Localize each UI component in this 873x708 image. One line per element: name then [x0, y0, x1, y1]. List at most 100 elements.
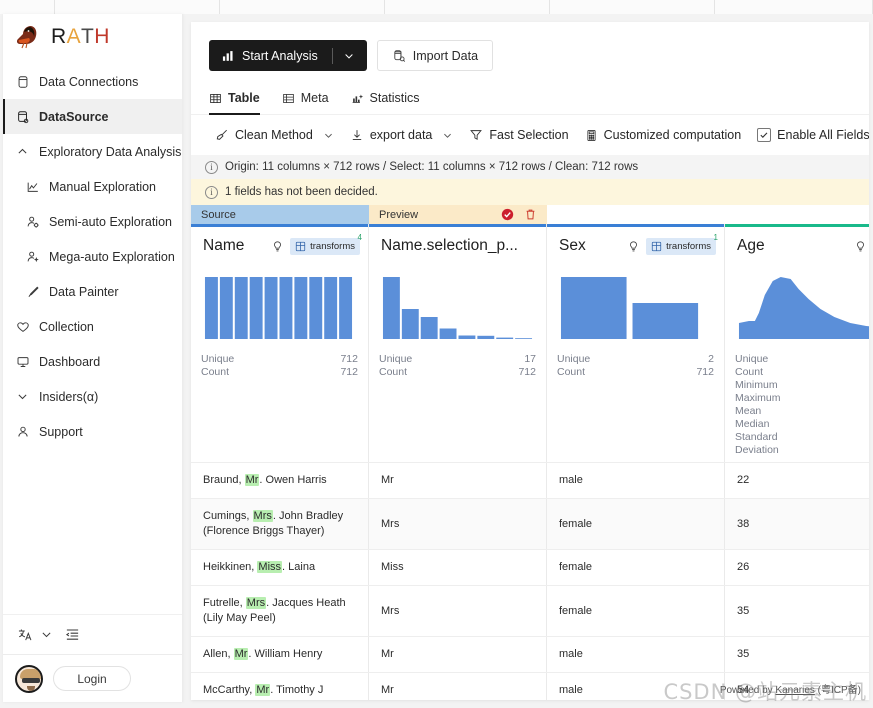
browser-tab[interactable] — [0, 0, 55, 14]
lightbulb-icon[interactable] — [627, 240, 640, 253]
column-header[interactable]: Age — [725, 227, 869, 265]
stat-value: 2 — [708, 353, 714, 365]
table-row[interactable]: Heikkinen, Miss. Laina Miss female 26 — [191, 549, 869, 585]
sidebar-item-manual-exploration[interactable]: Manual Exploration — [3, 169, 182, 204]
tab-statistics[interactable]: Statistics — [351, 91, 420, 114]
clean-method-label: Clean Method — [235, 128, 313, 142]
stat-label: Count — [557, 366, 586, 378]
database-icon — [15, 74, 30, 89]
cell-text: Braund, — [203, 474, 245, 486]
sidebar-item-mega-auto-exploration[interactable]: Mega-auto Exploration — [3, 239, 182, 274]
tab-meta[interactable]: Meta — [282, 91, 329, 114]
column-stats: Unique 712 Count 712 — [191, 347, 368, 462]
column-histogram-sex — [547, 265, 724, 347]
table-body: Braund, Mr. Owen Harris Mr male 22 Cumin… — [191, 462, 869, 700]
transforms-badge[interactable]: transforms 1 — [646, 233, 718, 255]
login-button[interactable]: Login — [53, 666, 131, 691]
stat-row: Unique 17 — [379, 353, 536, 366]
sidebar-item-semi-auto-exploration[interactable]: Semi-auto Exploration — [3, 204, 182, 239]
band-blank — [547, 205, 869, 224]
export-data-menu[interactable]: export data — [342, 125, 462, 145]
lightbulb-icon[interactable] — [271, 240, 284, 253]
database-search-icon — [392, 49, 406, 63]
sidebar-item-insiders[interactable]: Insiders(α) — [3, 379, 182, 414]
collapse-panel-icon[interactable] — [65, 627, 80, 642]
sidebar-item-data-connections[interactable]: Data Connections — [3, 64, 182, 99]
start-analysis-button[interactable]: Start Analysis — [209, 40, 367, 71]
data-grid: Source Preview Name transforms 4 Unique … — [191, 205, 869, 700]
browser-tab[interactable] — [55, 0, 220, 14]
stat-row: Deviation — [735, 444, 869, 457]
browser-tab[interactable] — [385, 0, 550, 14]
chevron-down-icon[interactable] — [40, 628, 53, 641]
cell-selection: Mr — [369, 463, 547, 498]
stat-label: Unique — [379, 353, 413, 365]
transforms-count: 1 — [713, 232, 718, 242]
person-gear-icon — [25, 214, 40, 229]
download-icon — [350, 128, 364, 142]
stat-row: Minimum — [735, 379, 869, 392]
sidebar-item-collection[interactable]: Collection — [3, 309, 182, 344]
cell-age: 22 — [725, 463, 869, 498]
cell-text: . Timothy J — [270, 684, 324, 696]
sidebar-item-datasource[interactable]: DataSource — [3, 99, 182, 134]
browser-tab[interactable] — [220, 0, 385, 14]
column-headers: Name transforms 4 Unique 712 Count 712 N… — [191, 224, 869, 462]
table-row[interactable]: Cumings, Mrs. John Bradley (Florence Bri… — [191, 498, 869, 549]
sidebar-item-label: Mega-auto Exploration — [49, 249, 175, 264]
sidebar-item-label: Dashboard — [39, 354, 101, 369]
line-chart-icon — [25, 179, 40, 194]
table-row[interactable]: Futrelle, Mrs. Jacques Heath (Lily May P… — [191, 585, 869, 636]
language-icon[interactable] — [17, 627, 34, 642]
enable-all-fields-checkbox[interactable]: Enable All Fields — [749, 125, 869, 145]
column-header[interactable]: Name.selection_p... — [369, 227, 546, 265]
column-header[interactable]: Sex transforms 1 — [547, 227, 724, 265]
cell-highlight: Mrs — [245, 597, 267, 609]
clean-method-menu[interactable]: Clean Method — [207, 125, 342, 145]
stat-label: Unique — [201, 353, 235, 365]
sidebar-item-dashboard[interactable]: Dashboard — [3, 344, 182, 379]
column-histogram-name — [191, 265, 368, 347]
customized-computation-menu[interactable]: Customized computation — [577, 125, 750, 145]
cell-age: 35 — [725, 586, 869, 636]
cell-selection: Mrs — [369, 586, 547, 636]
origin-status-text: Origin: 11 columns × 712 rows / Select: … — [225, 161, 639, 173]
trash-icon[interactable] — [524, 208, 537, 221]
main-toolbar: Start Analysis Import Data — [191, 22, 869, 71]
column-header[interactable]: Name transforms 4 — [191, 227, 368, 265]
tab-table[interactable]: Table — [209, 91, 260, 115]
meta-grid-icon — [282, 92, 295, 105]
stat-row: Unique 712 — [201, 353, 358, 366]
check-circle-icon[interactable] — [501, 208, 514, 221]
brand-name: RATH — [51, 25, 110, 49]
stat-label: Deviation — [735, 444, 779, 456]
avatar[interactable] — [15, 664, 43, 693]
table-row[interactable]: Allen, Mr. William Henry Mr male 35 — [191, 636, 869, 672]
sidebar-item-exploratory-data-analysis[interactable]: Exploratory Data Analysis — [3, 134, 182, 169]
cell-selection: Mr — [369, 637, 547, 672]
sidebar-item-data-painter[interactable]: Data Painter — [3, 274, 182, 309]
cell-highlight: Miss — [257, 561, 283, 573]
chevron-up-icon — [15, 144, 30, 159]
lightbulb-icon[interactable] — [854, 240, 867, 253]
chevron-down-icon[interactable] — [335, 50, 363, 62]
import-data-button[interactable]: Import Data — [376, 40, 494, 71]
sidebar-item-support[interactable]: Support — [3, 414, 182, 449]
fast-selection-menu[interactable]: Fast Selection — [461, 125, 576, 145]
source-band: Source — [191, 205, 369, 224]
kanaries-link[interactable]: Kanaries — [775, 685, 814, 696]
chevron-down-icon — [442, 130, 453, 141]
browser-tab[interactable] — [715, 0, 873, 14]
stat-value: 712 — [340, 366, 358, 378]
brand-letter: T — [81, 25, 95, 48]
preview-band: Preview — [369, 205, 547, 224]
cell-text: Heikkinen, — [203, 561, 258, 573]
cell-selection: Miss — [369, 550, 547, 585]
stat-row: Count 712 — [379, 366, 536, 379]
preview-band-label: Preview — [379, 208, 419, 221]
table-row[interactable]: Braund, Mr. Owen Harris Mr male 22 — [191, 462, 869, 498]
transforms-count: 4 — [357, 232, 362, 242]
transforms-badge[interactable]: transforms 4 — [290, 233, 362, 255]
browser-tab[interactable] — [550, 0, 715, 14]
column-histogram-name-selection — [369, 265, 546, 347]
